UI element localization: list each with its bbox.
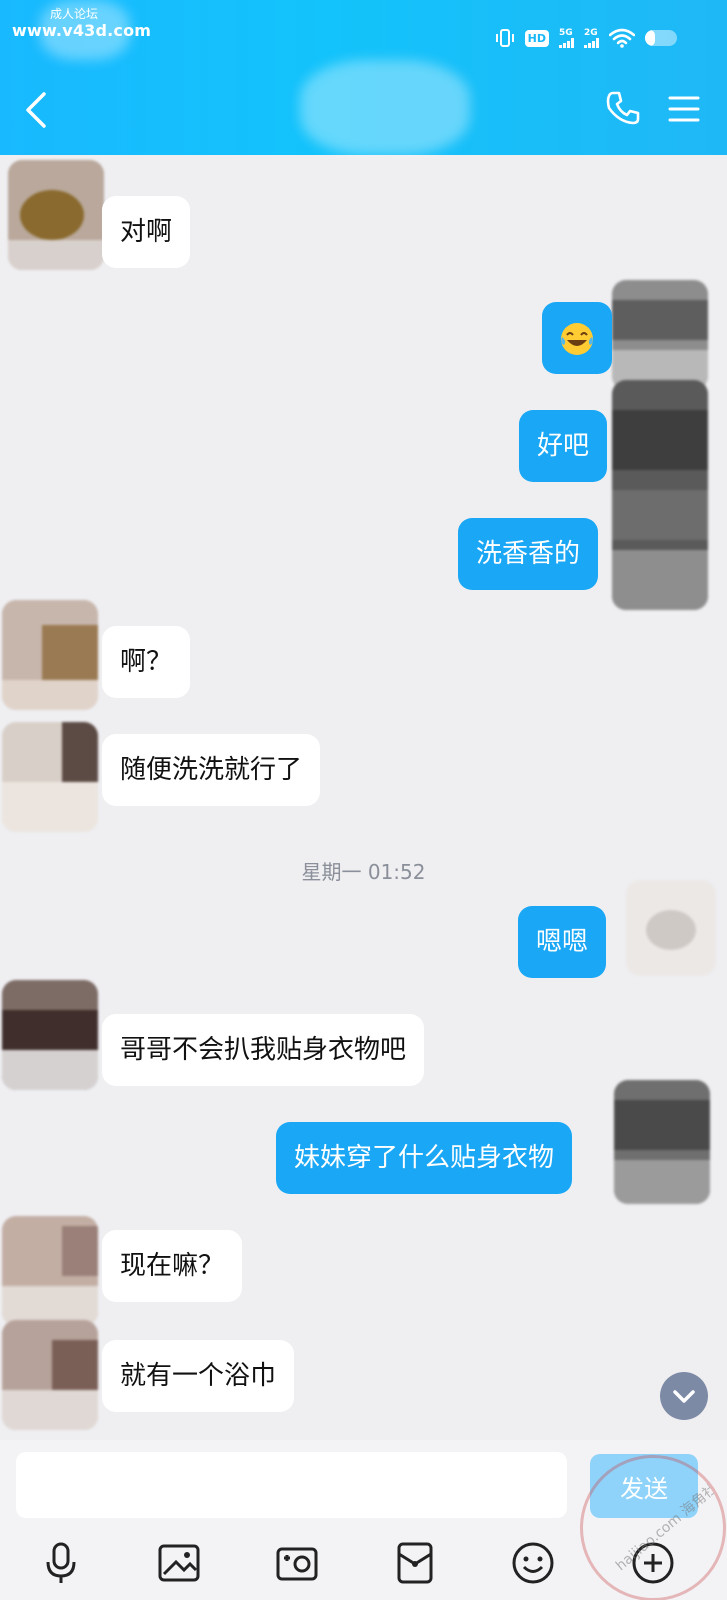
message-bubble-incoming[interactable]: 现在嘛？ xyxy=(102,1230,243,1302)
self-avatar[interactable] xyxy=(612,280,708,390)
message-bubble-incoming[interactable]: 随便洗洗就行了 xyxy=(102,734,321,806)
self-avatar[interactable] xyxy=(612,380,708,610)
red-packet-icon[interactable] xyxy=(392,1540,438,1586)
watermark: 成人论坛 www.v43d.com xyxy=(12,7,152,40)
contact-avatar[interactable] xyxy=(2,1320,98,1430)
message-bubble-incoming[interactable]: 哥哥不会扒我贴身衣物吧 xyxy=(102,1014,425,1086)
signal-label: 5G xyxy=(559,27,573,38)
microphone-icon[interactable] xyxy=(38,1540,84,1586)
self-avatar[interactable] xyxy=(626,880,716,976)
status-bar: HD 5G 2G xyxy=(495,28,677,48)
self-avatar[interactable] xyxy=(614,1080,710,1204)
chat-header: 成人论坛 www.v43d.com HD 5G 2G xyxy=(0,0,727,155)
wifi-icon xyxy=(609,28,635,48)
contact-avatar[interactable] xyxy=(2,980,98,1090)
scroll-to-bottom-button[interactable] xyxy=(660,1372,708,1420)
emoji-icon[interactable] xyxy=(510,1540,556,1586)
signal-2g-icon: 2G xyxy=(584,27,599,48)
contact-avatar[interactable] xyxy=(2,600,98,710)
back-button[interactable] xyxy=(22,90,52,130)
message-bubble-outgoing[interactable] xyxy=(542,302,612,374)
watermark-url: www.v43d.com xyxy=(12,20,152,40)
battery-icon xyxy=(645,30,677,46)
signal-label: 2G xyxy=(584,27,598,38)
message-timestamp: 星期一 01:52 xyxy=(301,860,426,884)
hd-badge: HD xyxy=(524,29,549,47)
menu-button[interactable] xyxy=(668,94,700,124)
contact-avatar[interactable] xyxy=(2,722,98,832)
message-bubble-outgoing[interactable]: 妹妹穿了什么贴身衣物 xyxy=(276,1122,573,1194)
image-icon[interactable] xyxy=(156,1540,202,1586)
plus-icon[interactable] xyxy=(630,1540,676,1586)
camera-icon[interactable] xyxy=(274,1540,320,1586)
tears-of-joy-emoji-icon xyxy=(561,322,593,355)
phone-call-button[interactable] xyxy=(605,90,641,126)
message-bubble-incoming[interactable]: 啊？ xyxy=(102,626,191,698)
contact-avatar[interactable] xyxy=(8,160,104,270)
blur-smudge xyxy=(300,60,470,155)
message-bubble-incoming[interactable]: 就有一个浴巾 xyxy=(102,1340,295,1412)
send-button[interactable]: 发送 xyxy=(590,1454,698,1518)
vibrate-icon xyxy=(495,29,514,47)
contact-avatar[interactable] xyxy=(2,1216,98,1326)
message-bubble-outgoing[interactable]: 好吧 xyxy=(519,410,608,482)
message-bubble-outgoing[interactable]: 嗯嗯 xyxy=(518,906,607,978)
signal-5g-icon: 5G xyxy=(559,27,574,48)
input-area: 发送 xyxy=(0,1440,727,1600)
message-bubble-outgoing[interactable]: 洗香香的 xyxy=(458,518,599,590)
message-bubble-incoming[interactable]: 对啊 xyxy=(102,196,191,268)
chevron-down-icon xyxy=(673,1390,695,1403)
watermark-cn: 成人论坛 xyxy=(50,7,99,21)
chat-screen: 成人论坛 www.v43d.com HD 5G 2G 对啊 好吧 洗香香的 啊？… xyxy=(0,0,727,1600)
message-input[interactable] xyxy=(16,1452,567,1518)
